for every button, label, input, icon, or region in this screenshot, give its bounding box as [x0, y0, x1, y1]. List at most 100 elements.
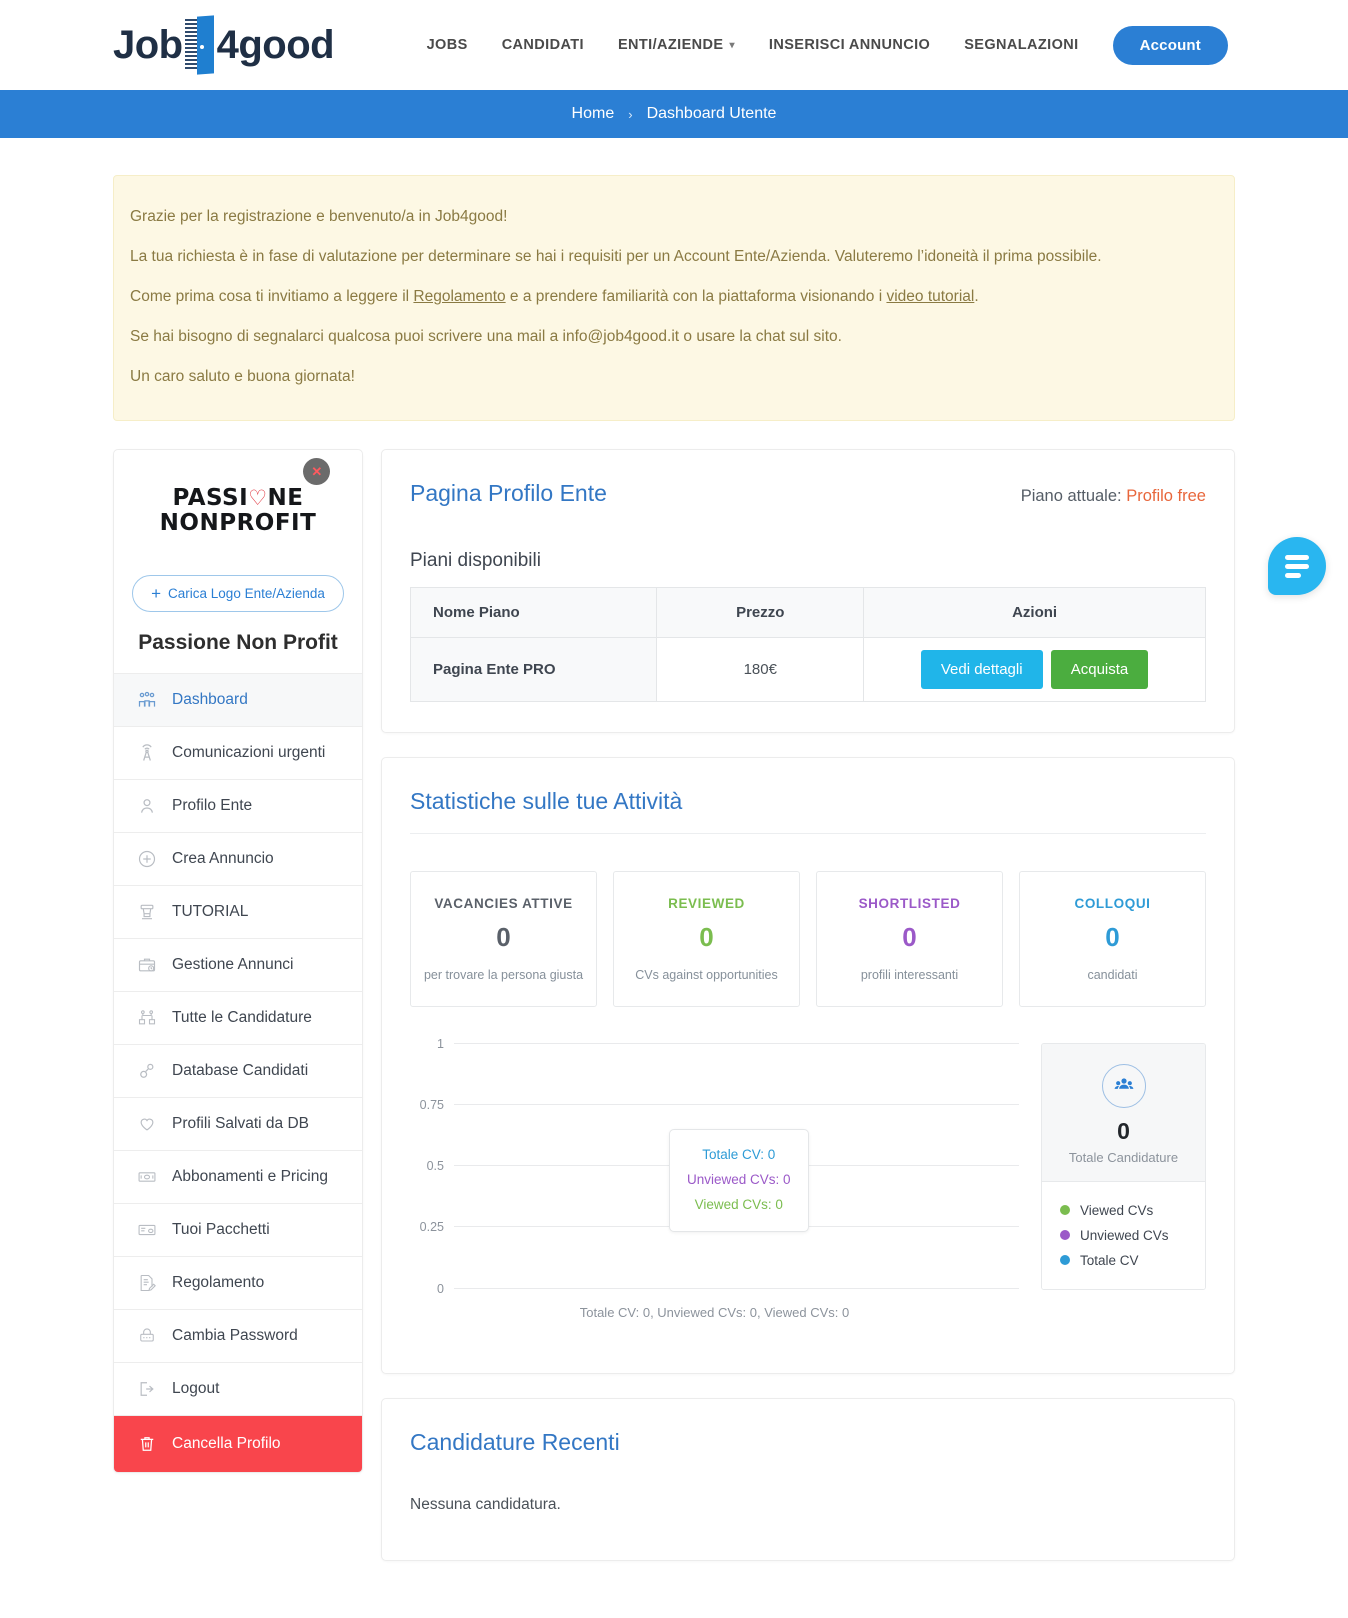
- sidebar-item-tutorial[interactable]: TUTORIAL: [114, 886, 362, 940]
- sidebar-item-label: Database Candidati: [172, 1062, 309, 1080]
- y-axis-tick: 0.75: [419, 1097, 444, 1112]
- sidebar-item-label: Dashboard: [172, 691, 248, 709]
- legend-item-totale-cv[interactable]: Totale CV: [1060, 1248, 1205, 1273]
- org-chart-icon: [136, 1007, 158, 1029]
- current-plan-label: Piano attuale:: [1020, 486, 1122, 505]
- column-header-nome-piano: Nome Piano: [409, 586, 658, 638]
- sidebar-item-cancella-profilo[interactable]: Cancella Profilo: [114, 1416, 362, 1473]
- card-icon: [136, 1219, 158, 1241]
- divider: [410, 832, 1206, 834]
- acquista-button[interactable]: Acquista: [1050, 649, 1149, 689]
- stat-card-shortlisted: SHORTLISTED 0 profili interessanti: [816, 870, 1003, 1007]
- nav-item-enti-aziende[interactable]: ENTI/AZIENDE ▾: [618, 37, 735, 53]
- nav-label: CANDIDATI: [501, 37, 584, 53]
- sidebar-item-tuoi-pacchetti[interactable]: Tuoi Pacchetti: [114, 1204, 362, 1258]
- gridline: 1: [437, 1037, 1019, 1051]
- y-axis-tick: 0: [437, 1281, 444, 1296]
- sidebar-item-tutte-le-candidature[interactable]: Tutte le Candidature: [114, 992, 362, 1046]
- trash-icon: [136, 1433, 158, 1455]
- upload-logo-label: Carica Logo Ente/Azienda: [168, 586, 325, 602]
- site-header: Job 4good JOBS CANDIDATI ENTI/AZIENDE ▾ …: [0, 0, 1348, 90]
- current-plan-value: Profilo free: [1126, 486, 1206, 505]
- org-logo-line1-b: NE: [267, 484, 304, 511]
- legend-label: Totale CV: [1080, 1252, 1139, 1268]
- legend-item-viewed-cvs[interactable]: Viewed CVs: [1060, 1198, 1205, 1223]
- stat-sublabel: per trovare la persona giusta: [423, 967, 584, 982]
- table-header-row: Nome Piano Prezzo Azioni: [409, 586, 1206, 638]
- total-applications-label: Totale Candidature: [1068, 1149, 1179, 1165]
- sidebar: ✕ PASSI♡NE NONPROFIT + Carica Logo Ente/…: [113, 448, 363, 1474]
- legend-item-unviewed-cvs[interactable]: Unviewed CVs: [1060, 1223, 1205, 1248]
- stat-label: SHORTLISTED: [858, 895, 961, 911]
- alert-line-3-pre: Come prima cosa ti invitiamo a leggere i…: [130, 288, 414, 306]
- legend-color-dot: [1060, 1255, 1070, 1266]
- org-name: Passione Non Profit: [138, 631, 338, 655]
- org-logo-line2: NONPROFIT: [159, 510, 317, 537]
- chart-row: 1 0.75 0.5 0.25 0 Totale CV: 0 Unviewed …: [410, 1037, 1206, 1343]
- sidebar-item-logout[interactable]: Logout: [114, 1363, 362, 1417]
- recent-applications-card: Candidature Recenti Nessuna candidatura.: [381, 1397, 1235, 1561]
- close-icon: ✕: [311, 463, 323, 479]
- main-content: Pagina Profilo Ente Piano attuale: Profi…: [381, 448, 1235, 1585]
- tooltip-total-cv: Totale CV: 0: [702, 1146, 776, 1162]
- sidebar-item-gestione-annunci[interactable]: Gestione Annunci: [114, 939, 362, 993]
- y-axis-tick: 0.25: [419, 1220, 444, 1235]
- cell-plan-actions: Vedi dettagli Acquista: [863, 636, 1206, 702]
- regolamento-link[interactable]: Regolamento: [413, 288, 505, 305]
- sidebar-item-comunicazioni-urgenti[interactable]: Comunicazioni urgenti: [114, 727, 362, 781]
- sidebar-item-profilo-ente[interactable]: Profilo Ente: [114, 780, 362, 834]
- video-tutorial-link[interactable]: video tutorial: [886, 288, 974, 305]
- welcome-alert: Grazie per la registrazione e benvenuto/…: [113, 175, 1235, 421]
- stat-value: 0: [1105, 921, 1120, 952]
- sidebar-item-label: Crea Annuncio: [172, 850, 274, 868]
- sidebar-item-cambia-password[interactable]: Cambia Password: [114, 1310, 362, 1364]
- user-icon: [136, 795, 158, 817]
- legend-color-dot: [1060, 1205, 1070, 1216]
- org-logo-image: PASSI♡NE NONPROFIT: [159, 484, 317, 538]
- gridline: 0.75: [420, 1098, 1019, 1112]
- people-group-icon: [1101, 1063, 1146, 1108]
- stat-sublabel: candidati: [1087, 967, 1138, 982]
- heart-icon: [136, 1113, 158, 1135]
- nav-item-candidati[interactable]: CANDIDATI: [502, 37, 584, 53]
- broadcast-tower-icon: [136, 742, 158, 764]
- total-applications-summary: 0 Totale Candidature: [1042, 1043, 1205, 1182]
- statistics-title: Statistiche sulle tue Attività: [410, 787, 683, 814]
- sidebar-item-abbonamenti-e-pricing[interactable]: Abbonamenti e Pricing: [114, 1151, 362, 1205]
- account-button[interactable]: Account: [1112, 25, 1228, 65]
- sidebar-menu: Dashboard Comunicazioni urgenti Profilo …: [114, 673, 362, 1473]
- column-header-azioni: Azioni: [863, 586, 1206, 638]
- statistics-card: Statistiche sulle tue Attività VACANCIES…: [381, 756, 1235, 1374]
- chat-bubble-icon[interactable]: [1268, 537, 1326, 595]
- stat-label: COLLOQUI: [1074, 895, 1151, 911]
- nav-item-segnalazioni[interactable]: SEGNALAZIONI: [964, 37, 1078, 53]
- upload-logo-button[interactable]: + Carica Logo Ente/Azienda: [132, 575, 344, 613]
- remove-logo-button[interactable]: ✕: [303, 457, 331, 485]
- page-title: Pagina Profilo Ente: [410, 479, 607, 506]
- sidebar-item-label: Profilo Ente: [172, 797, 253, 815]
- briefcase-clock-icon: [136, 954, 158, 976]
- breadcrumb-home-link[interactable]: Home: [572, 105, 615, 123]
- site-logo[interactable]: Job 4good: [113, 15, 335, 75]
- nav-label: ENTI/AZIENDE: [617, 37, 724, 53]
- nav-item-inserisci-annuncio[interactable]: INSERISCI ANNUNCIO: [769, 37, 930, 53]
- alert-line-3-mid: e a prendere familiarità con la piattafo…: [505, 288, 887, 306]
- nav-item-jobs[interactable]: JOBS: [427, 37, 468, 53]
- sidebar-item-profili-salvati-da-db[interactable]: Profili Salvati da DB: [114, 1098, 362, 1152]
- chart-legend: Viewed CVs Unviewed CVs Totale CV: [1042, 1181, 1205, 1289]
- recent-applications-empty: Nessuna candidatura.: [410, 1495, 561, 1513]
- heart-icon: ♡: [248, 485, 268, 510]
- sidebar-item-crea-annuncio[interactable]: Crea Annuncio: [114, 833, 362, 887]
- sidebar-item-label: Cancella Profilo: [172, 1435, 281, 1453]
- stat-value: 0: [902, 921, 917, 952]
- cv-line-chart[interactable]: 1 0.75 0.5 0.25 0 Totale CV: 0 Unviewed …: [410, 1037, 1019, 1343]
- vedi-dettagli-button[interactable]: Vedi dettagli: [920, 649, 1043, 689]
- legend-label: Unviewed CVs: [1080, 1227, 1169, 1243]
- sidebar-item-regolamento[interactable]: Regolamento: [114, 1257, 362, 1311]
- sidebar-item-database-candidati[interactable]: Database Candidati: [114, 1045, 362, 1099]
- sidebar-item-label: Logout: [172, 1380, 220, 1398]
- cell-plan-price: 180€: [656, 636, 865, 702]
- sidebar-item-dashboard[interactable]: Dashboard: [114, 674, 362, 728]
- x-axis-label: Totale CV: 0, Unviewed CVs: 0, Viewed CV…: [579, 1304, 850, 1320]
- stat-value: 0: [699, 921, 714, 952]
